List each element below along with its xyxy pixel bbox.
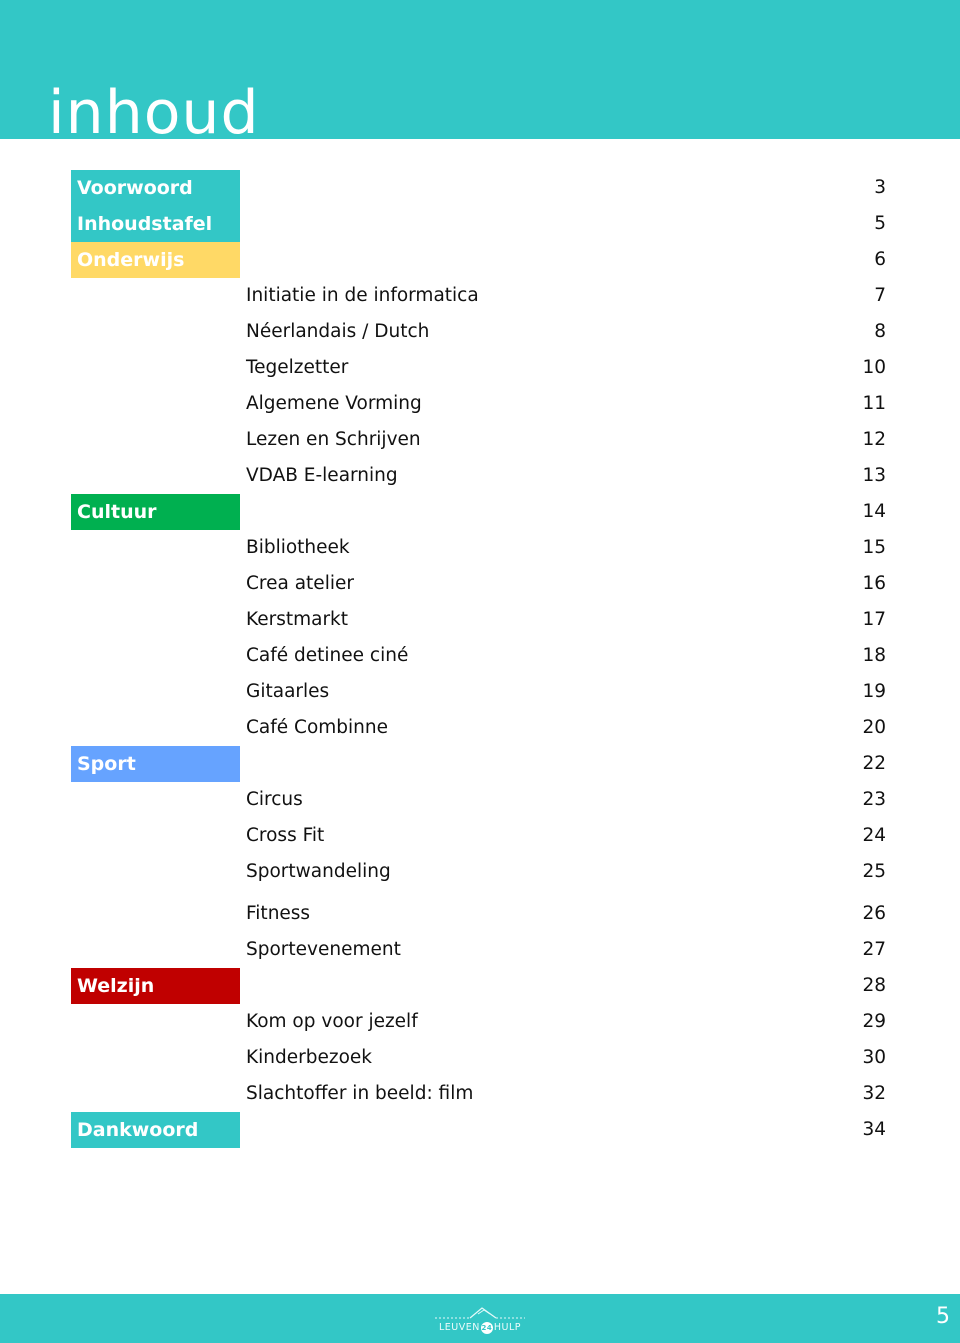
toc-item-row[interactable]: Tegelzetter 10 <box>0 350 960 386</box>
toc-category-label[interactable]: Welzijn <box>71 968 240 1004</box>
page-number: 5 <box>936 1304 950 1329</box>
toc-item-label[interactable]: Cross Fit <box>246 818 324 854</box>
toc-item-row[interactable]: Initiatie in de informatica 7 <box>0 278 960 314</box>
toc-page-number: 18 <box>862 645 886 666</box>
toc-page-number: 17 <box>862 609 886 630</box>
toc-page-number: 20 <box>862 717 886 738</box>
toc-page-number: 10 <box>862 357 886 378</box>
toc-item-row[interactable]: Crea atelier 16 <box>0 566 960 602</box>
page-title: inhoud <box>48 78 260 148</box>
toc-page-number: 5 <box>874 213 886 234</box>
toc-category-label[interactable]: Inhoudstafel <box>71 206 240 242</box>
toc-page-number: 34 <box>862 1119 886 1140</box>
toc-page-number: 6 <box>874 249 886 270</box>
toc-category-label[interactable]: Dankwoord <box>71 1112 240 1148</box>
toc-item-label[interactable]: Bibliotheek <box>246 530 350 566</box>
toc-page-number: 11 <box>862 393 886 414</box>
toc-page-number: 30 <box>862 1047 886 1068</box>
toc-page-number: 3 <box>874 177 886 198</box>
toc-item-row[interactable]: VDAB E-learning 13 <box>0 458 960 494</box>
toc-item-label[interactable]: Gitaarles <box>246 674 329 710</box>
toc-page-number: 27 <box>862 939 886 960</box>
toc-page-number: 15 <box>862 537 886 558</box>
toc-item-row[interactable]: Slachtoffer in beeld: film 32 <box>0 1076 960 1112</box>
toc-item-row[interactable]: Kinderbezoek 30 <box>0 1040 960 1076</box>
logo-badge: 24 <box>480 1322 493 1334</box>
toc-item-row[interactable]: Sportwandeling 25 <box>0 854 960 890</box>
toc-item-row[interactable]: Bibliotheek 15 <box>0 530 960 566</box>
toc-page-number: 16 <box>862 573 886 594</box>
toc-category-row[interactable]: Cultuur 14 <box>0 494 960 530</box>
toc-page-number: 8 <box>874 321 886 342</box>
toc-item-row[interactable]: Kerstmarkt 17 <box>0 602 960 638</box>
toc-page-number: 26 <box>862 903 886 924</box>
toc-item-label[interactable]: Café detinee ciné <box>246 638 408 674</box>
toc-item-label[interactable]: Kom op voor jezelf <box>246 1004 418 1040</box>
toc-item-row[interactable]: Fitness 26 <box>0 896 960 932</box>
toc-item-label[interactable]: Slachtoffer in beeld: film <box>246 1076 473 1112</box>
header-banner: inhoud <box>0 0 960 148</box>
logo-text-left: LEUVEN <box>439 1322 480 1333</box>
toc-page-number: 13 <box>862 465 886 486</box>
toc-category-label[interactable]: Voorwoord <box>71 170 240 206</box>
toc-item-row[interactable]: Circus 23 <box>0 782 960 818</box>
toc-item-label[interactable]: Initiatie in de informatica <box>246 278 479 314</box>
toc-item-label[interactable]: Lezen en Schrijven <box>246 422 421 458</box>
toc-page-number: 14 <box>862 501 886 522</box>
toc-item-label[interactable]: Fitness <box>246 896 310 932</box>
toc-category-row[interactable]: Inhoudstafel 5 <box>0 206 960 242</box>
toc-item-label[interactable]: Sportevenement <box>246 932 401 968</box>
toc-page-number: 22 <box>862 753 886 774</box>
toc-item-label[interactable]: Circus <box>246 782 303 818</box>
logo-text: LEUVEN 24 HULP <box>430 1322 530 1334</box>
toc-category-label[interactable]: Cultuur <box>71 494 240 530</box>
toc-category-row[interactable]: Dankwoord 34 <box>0 1112 960 1148</box>
toc-category-label[interactable]: Sport <box>71 746 240 782</box>
toc-page-number: 32 <box>862 1083 886 1104</box>
toc-item-row[interactable]: Gitaarles 19 <box>0 674 960 710</box>
toc-item-row[interactable]: Café Combinne 20 <box>0 710 960 746</box>
toc-item-row[interactable]: Algemene Vorming 11 <box>0 386 960 422</box>
toc-item-label[interactable]: Néerlandais / Dutch <box>246 314 429 350</box>
toc-item-label[interactable]: Kerstmarkt <box>246 602 348 638</box>
toc-item-row[interactable]: Sportevenement 27 <box>0 932 960 968</box>
toc-item-label[interactable]: Kinderbezoek <box>246 1040 372 1076</box>
toc-item-row[interactable]: Néerlandais / Dutch 8 <box>0 314 960 350</box>
toc-page-number: 29 <box>862 1011 886 1032</box>
footer-bar: LEUVEN 24 HULP 5 <box>0 1294 960 1343</box>
roof-icon <box>435 1307 525 1319</box>
logo-text-right: HULP <box>493 1322 521 1333</box>
toc-item-row[interactable]: Café detinee ciné 18 <box>0 638 960 674</box>
toc-item-label[interactable]: Sportwandeling <box>246 854 391 890</box>
toc-category-row[interactable]: Welzijn 28 <box>0 968 960 1004</box>
toc-page-number: 25 <box>862 861 886 882</box>
toc-page-number: 7 <box>874 285 886 306</box>
toc-category-row[interactable]: Onderwijs 6 <box>0 242 960 278</box>
toc-category-row[interactable]: Voorwoord 3 <box>0 170 960 206</box>
toc-item-row[interactable]: Cross Fit 24 <box>0 818 960 854</box>
toc-item-label[interactable]: VDAB E-learning <box>246 458 398 494</box>
toc-page-number: 23 <box>862 789 886 810</box>
toc-page-number: 12 <box>862 429 886 450</box>
toc-item-label[interactable]: Café Combinne <box>246 710 388 746</box>
toc-item-row[interactable]: Lezen en Schrijven 12 <box>0 422 960 458</box>
toc-item-label[interactable]: Algemene Vorming <box>246 386 422 422</box>
toc-item-label[interactable]: Tegelzetter <box>246 350 348 386</box>
toc-page-number: 19 <box>862 681 886 702</box>
leuven-hulp-logo: LEUVEN 24 HULP <box>430 1302 530 1338</box>
toc-page-number: 28 <box>862 975 886 996</box>
toc-category-label[interactable]: Onderwijs <box>71 242 240 278</box>
toc-item-label[interactable]: Crea atelier <box>246 566 354 602</box>
toc-item-row[interactable]: Kom op voor jezelf 29 <box>0 1004 960 1040</box>
toc-page-number: 24 <box>862 825 886 846</box>
toc-category-row[interactable]: Sport 22 <box>0 746 960 782</box>
